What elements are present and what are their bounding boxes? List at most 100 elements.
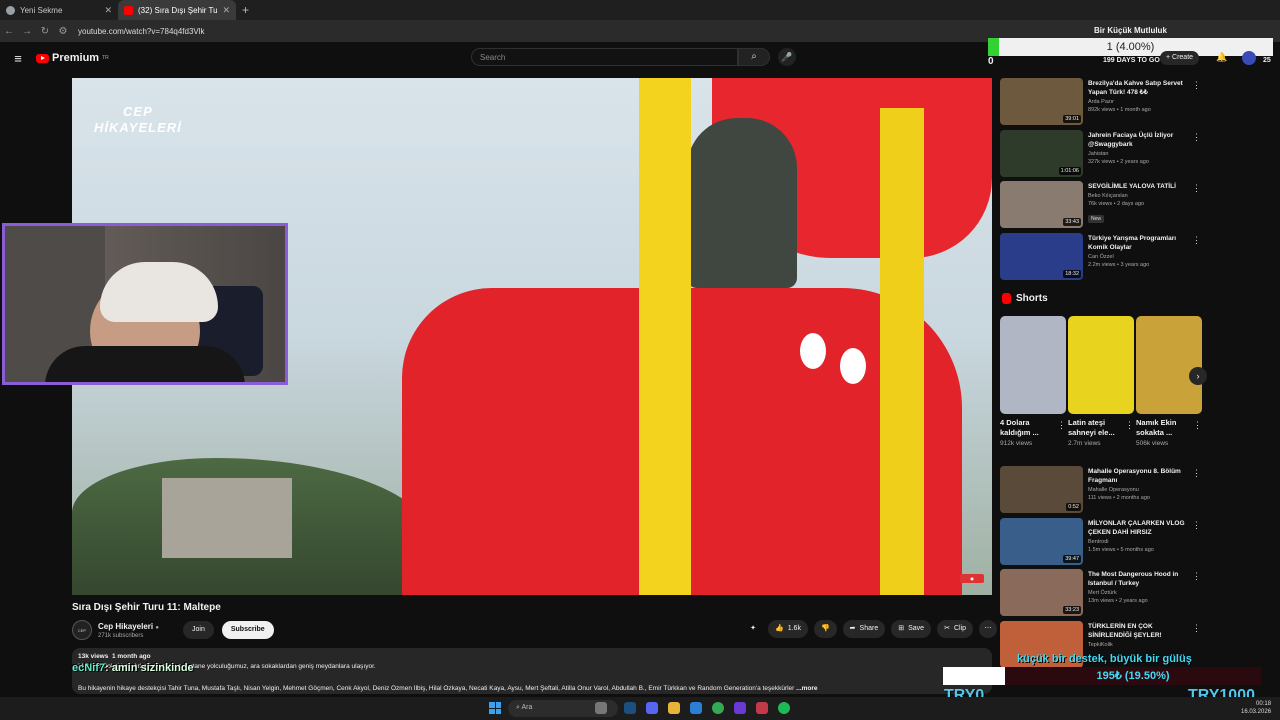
share-button[interactable]: ➦ Share — [842, 620, 886, 638]
video-title[interactable]: Türkiye Yarışma Programları Komik Olayla… — [1088, 234, 1193, 252]
forward-icon[interactable]: → — [18, 26, 36, 37]
video-title[interactable]: MİLYONLAR ÇALARKEN VLOG ÇEKEN DAHİ HIRSI… — [1088, 519, 1193, 537]
video-title[interactable]: Brezilya'da Kahve Satıp Servet Yapan Tür… — [1088, 79, 1193, 97]
like-count: 1.6k — [787, 625, 801, 632]
recommended-video[interactable]: 18:32 Türkiye Yarışma Programları Komik O… — [1000, 232, 1205, 281]
video-meta: 76k views • 2 days ago — [1088, 201, 1145, 207]
video-channel[interactable]: Mert Öztürk — [1088, 590, 1193, 596]
channel-avatar[interactable]: CEP — [72, 620, 92, 640]
recommended-video[interactable]: 33:43 SEVGİLİMLE YALOVA TATİLİ Beko Kılıça… — [1000, 181, 1205, 229]
video-thumbnail[interactable]: 1:01:06 — [1000, 129, 1083, 177]
subscribe-button[interactable]: Subscribe — [221, 621, 274, 639]
short-thumbnail[interactable] — [1136, 316, 1202, 414]
short-card[interactable]: 4 Dolara kaldığım ... 912k views ⋮ — [1000, 316, 1066, 447]
video-thumbnail[interactable]: 33:23 — [1000, 569, 1083, 616]
video-thumbnail[interactable]: 39:01 — [1000, 78, 1083, 125]
more-options-icon[interactable]: ⋮ — [1192, 183, 1201, 194]
tab-new[interactable]: Yeni Sekme ✕ — [0, 0, 118, 20]
video-thumbnail[interactable]: 39:47 — [1000, 517, 1083, 565]
more-options-icon[interactable]: ⋮ — [1192, 80, 1201, 91]
recommended-video[interactable]: 1:01:06 Jahrein Faciaya Üçlü İzliyor @Swa… — [1000, 129, 1205, 178]
close-icon[interactable]: ✕ — [104, 5, 112, 16]
join-button[interactable]: Join — [183, 621, 214, 639]
dislike-button[interactable]: 👎 — [813, 620, 837, 638]
video-thumbnail[interactable]: 0:52 — [1000, 466, 1083, 513]
video-title[interactable]: Jahrein Faciaya Üçlü İzliyor @Swaggybark — [1088, 131, 1193, 149]
save-button[interactable]: ⊞ Save — [891, 620, 932, 638]
app-icon[interactable] — [756, 702, 768, 714]
short-thumbnail[interactable] — [1000, 316, 1066, 414]
video-channel[interactable]: TepkiKolik — [1088, 642, 1193, 648]
youtube-logo[interactable]: Premium TR — [36, 52, 109, 64]
video-title[interactable]: Mahalle Operasyonu 8. Bölüm Fragmanı — [1088, 467, 1193, 485]
recommended-video[interactable]: 0:52 Mahalle Operasyonu 8. Bölüm Fragmanı… — [1000, 466, 1205, 514]
video-corner-badge: ◼ — [960, 574, 984, 583]
vscode-icon[interactable] — [690, 702, 702, 714]
description-box[interactable]: 13k views 1 month ago Maltepe Sokakları:… — [72, 648, 992, 694]
url-field[interactable]: youtube.com/watch?v=784q4fd3Vlk — [78, 27, 205, 36]
more-options-icon[interactable]: ⋮ — [1192, 520, 1201, 531]
channel-name[interactable]: Cep Hikayeleri ● — [98, 622, 159, 631]
clip-button[interactable]: ✂ Clip — [937, 620, 974, 638]
create-button[interactable]: + Create — [1160, 51, 1200, 65]
video-channel[interactable]: Bentrodi — [1088, 539, 1193, 545]
view-count: 13k views — [78, 653, 109, 660]
short-card[interactable]: Latin ateşi sahneyi ele... 2.7m views ⋮ — [1068, 316, 1134, 447]
video-thumbnail[interactable]: 33:43 — [1000, 181, 1083, 228]
video-channel[interactable]: Arda Pazır — [1088, 99, 1193, 105]
video-title[interactable]: SEVGİLİMLE YALOVA TATİLİ — [1088, 182, 1193, 191]
account-avatar[interactable] — [1242, 51, 1256, 65]
search-input[interactable]: Search — [471, 48, 738, 66]
video-info: SEVGİLİMLE YALOVA TATİLİ Beko Kılıçarslan… — [1088, 182, 1193, 225]
steam-icon[interactable] — [624, 702, 636, 714]
new-tab-button[interactable]: + — [236, 3, 255, 17]
hamburger-menu-icon[interactable]: ≡ — [0, 51, 36, 66]
more-link[interactable]: ...more — [796, 685, 817, 692]
video-channel[interactable]: Beko Kılıçarslan — [1088, 193, 1193, 199]
close-icon[interactable]: ✕ — [222, 5, 230, 16]
video-title[interactable]: The Most Dangerous Hood in Istanbul / Tu… — [1088, 570, 1193, 588]
short-thumbnail[interactable] — [1068, 316, 1134, 414]
donation-box — [943, 667, 1005, 685]
windows-start-icon[interactable] — [489, 702, 501, 714]
more-options-icon[interactable]: ⋮ — [1192, 623, 1201, 634]
stream-chat-message: ecNif7: amin sizinkinde — [72, 662, 194, 674]
reload-icon[interactable]: ↻ — [36, 26, 54, 37]
video-channel[interactable]: Jahistan — [1088, 151, 1193, 157]
tab-label: Yeni Sekme — [20, 5, 63, 15]
ai-sparkle-icon[interactable]: ✦ — [744, 620, 762, 638]
video-channel[interactable]: Mahalle Operasyonu — [1088, 487, 1193, 493]
back-icon[interactable]: ← — [0, 26, 18, 37]
short-title[interactable]: 4 Dolara kaldığım ... — [1000, 418, 1056, 438]
more-options-icon[interactable]: ⋮ — [1192, 132, 1201, 143]
more-actions-icon[interactable]: ⋯ — [979, 620, 998, 638]
video-thumbnail[interactable]: 18:32 — [1000, 232, 1083, 280]
bell-icon[interactable]: 🔔 — [1216, 52, 1227, 63]
description-line: Bu hikayenin hikaye destekçisi Tahir Tun… — [78, 685, 986, 692]
more-options-icon[interactable]: ⋮ — [1192, 235, 1201, 246]
like-button[interactable]: 👍 1.6k — [768, 620, 808, 638]
chrome-icon[interactable] — [712, 702, 724, 714]
more-options-icon[interactable]: ⋮ — [1057, 420, 1066, 431]
recommended-video[interactable]: 39:47 MİLYONLAR ÇALARKEN VLOG ÇEKEN DAHİ … — [1000, 517, 1205, 566]
widgets-icon[interactable] — [595, 702, 607, 714]
more-options-icon[interactable]: ⋮ — [1193, 420, 1202, 431]
discord-icon[interactable] — [646, 702, 658, 714]
more-options-icon[interactable]: ⋮ — [1192, 571, 1201, 582]
spotify-icon[interactable] — [778, 702, 790, 714]
search-button[interactable]: ⌕ — [738, 48, 770, 66]
video-channel[interactable]: Can Özzel — [1088, 254, 1193, 260]
short-title[interactable]: Namık Ekin sokakta ... — [1136, 418, 1192, 438]
app-icon[interactable] — [734, 702, 746, 714]
recommended-video[interactable]: 39:01 Brezilya'da Kahve Satıp Servet Yapa… — [1000, 78, 1205, 126]
site-info-icon[interactable]: ⚙ — [54, 26, 72, 37]
shorts-next-icon[interactable]: › — [1189, 367, 1207, 385]
short-title[interactable]: Latin ateşi sahneyi ele... — [1068, 418, 1124, 438]
more-options-icon[interactable]: ⋮ — [1192, 468, 1201, 479]
voice-search-icon[interactable]: 🎤 — [778, 48, 796, 66]
tab-youtube[interactable]: (32) Sıra Dışı Şehir Turu 11: ✕ — [118, 0, 236, 20]
video-title[interactable]: TÜRKLERİN EN ÇOK SİNİRLENDİĞİ ŞEYLER! — [1088, 622, 1193, 640]
more-options-icon[interactable]: ⋮ — [1125, 420, 1134, 431]
file-explorer-icon[interactable] — [668, 702, 680, 714]
recommended-video[interactable]: 33:23 The Most Dangerous Hood in Istanbul… — [1000, 569, 1205, 617]
